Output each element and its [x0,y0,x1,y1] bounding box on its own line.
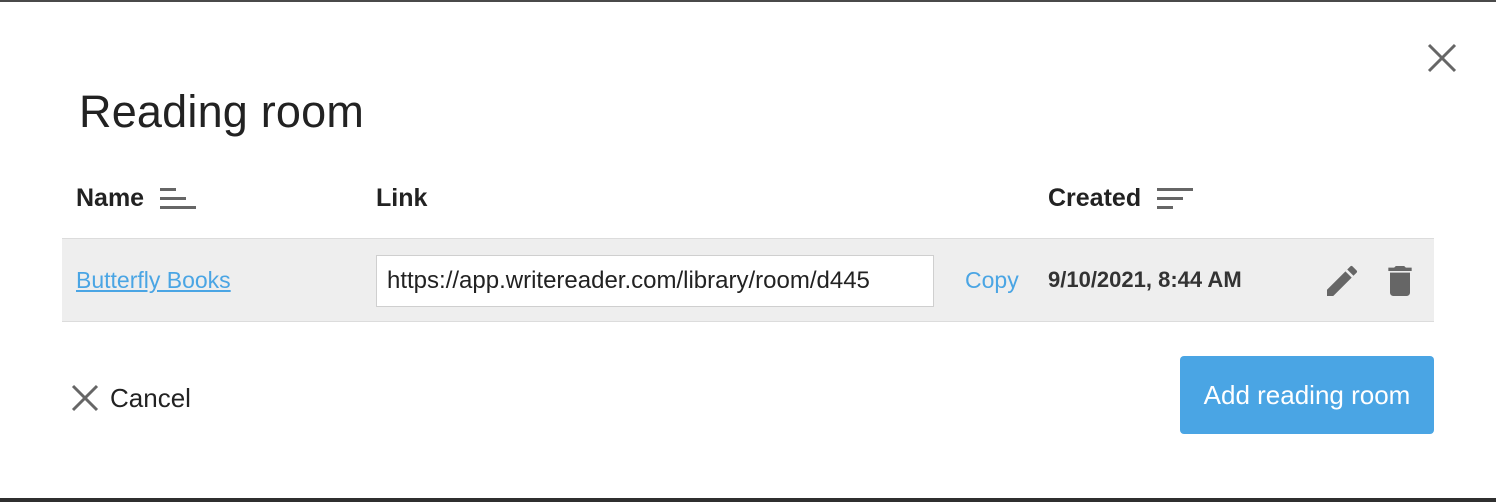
trash-icon [1388,266,1412,296]
delete-button[interactable] [1378,259,1422,303]
edit-button[interactable] [1320,259,1364,303]
room-link-field[interactable] [376,255,934,307]
created-date: 9/10/2021, 8:44 AM [1048,267,1242,292]
table-header: Name Link Created [62,178,1434,226]
column-header-name[interactable]: Name [76,184,197,213]
bottom-border [0,498,1496,502]
pencil-icon [1327,265,1358,296]
top-border [0,0,1496,2]
cancel-label: Cancel [110,382,191,413]
close-button[interactable] [1424,40,1460,76]
room-name-link[interactable]: Butterfly Books [76,267,231,294]
add-reading-room-button[interactable]: Add reading room [1180,356,1434,434]
dialog-title: Reading room [79,86,365,137]
sort-ascending-icon[interactable] [158,186,197,212]
column-header-link: Link [376,184,427,213]
close-icon [1427,43,1457,73]
column-label-created: Created [1048,184,1142,212]
column-header-created[interactable]: Created [1048,184,1194,213]
copy-button[interactable]: Copy [965,267,1019,294]
column-label-link: Link [376,184,428,212]
column-label-name: Name [76,184,145,212]
table-row: Butterfly Books Copy 9/10/2021, 8:44 AM [62,238,1434,322]
close-icon [71,384,99,412]
sort-descending-icon[interactable] [1155,186,1194,212]
cancel-button[interactable]: Cancel [70,378,191,418]
